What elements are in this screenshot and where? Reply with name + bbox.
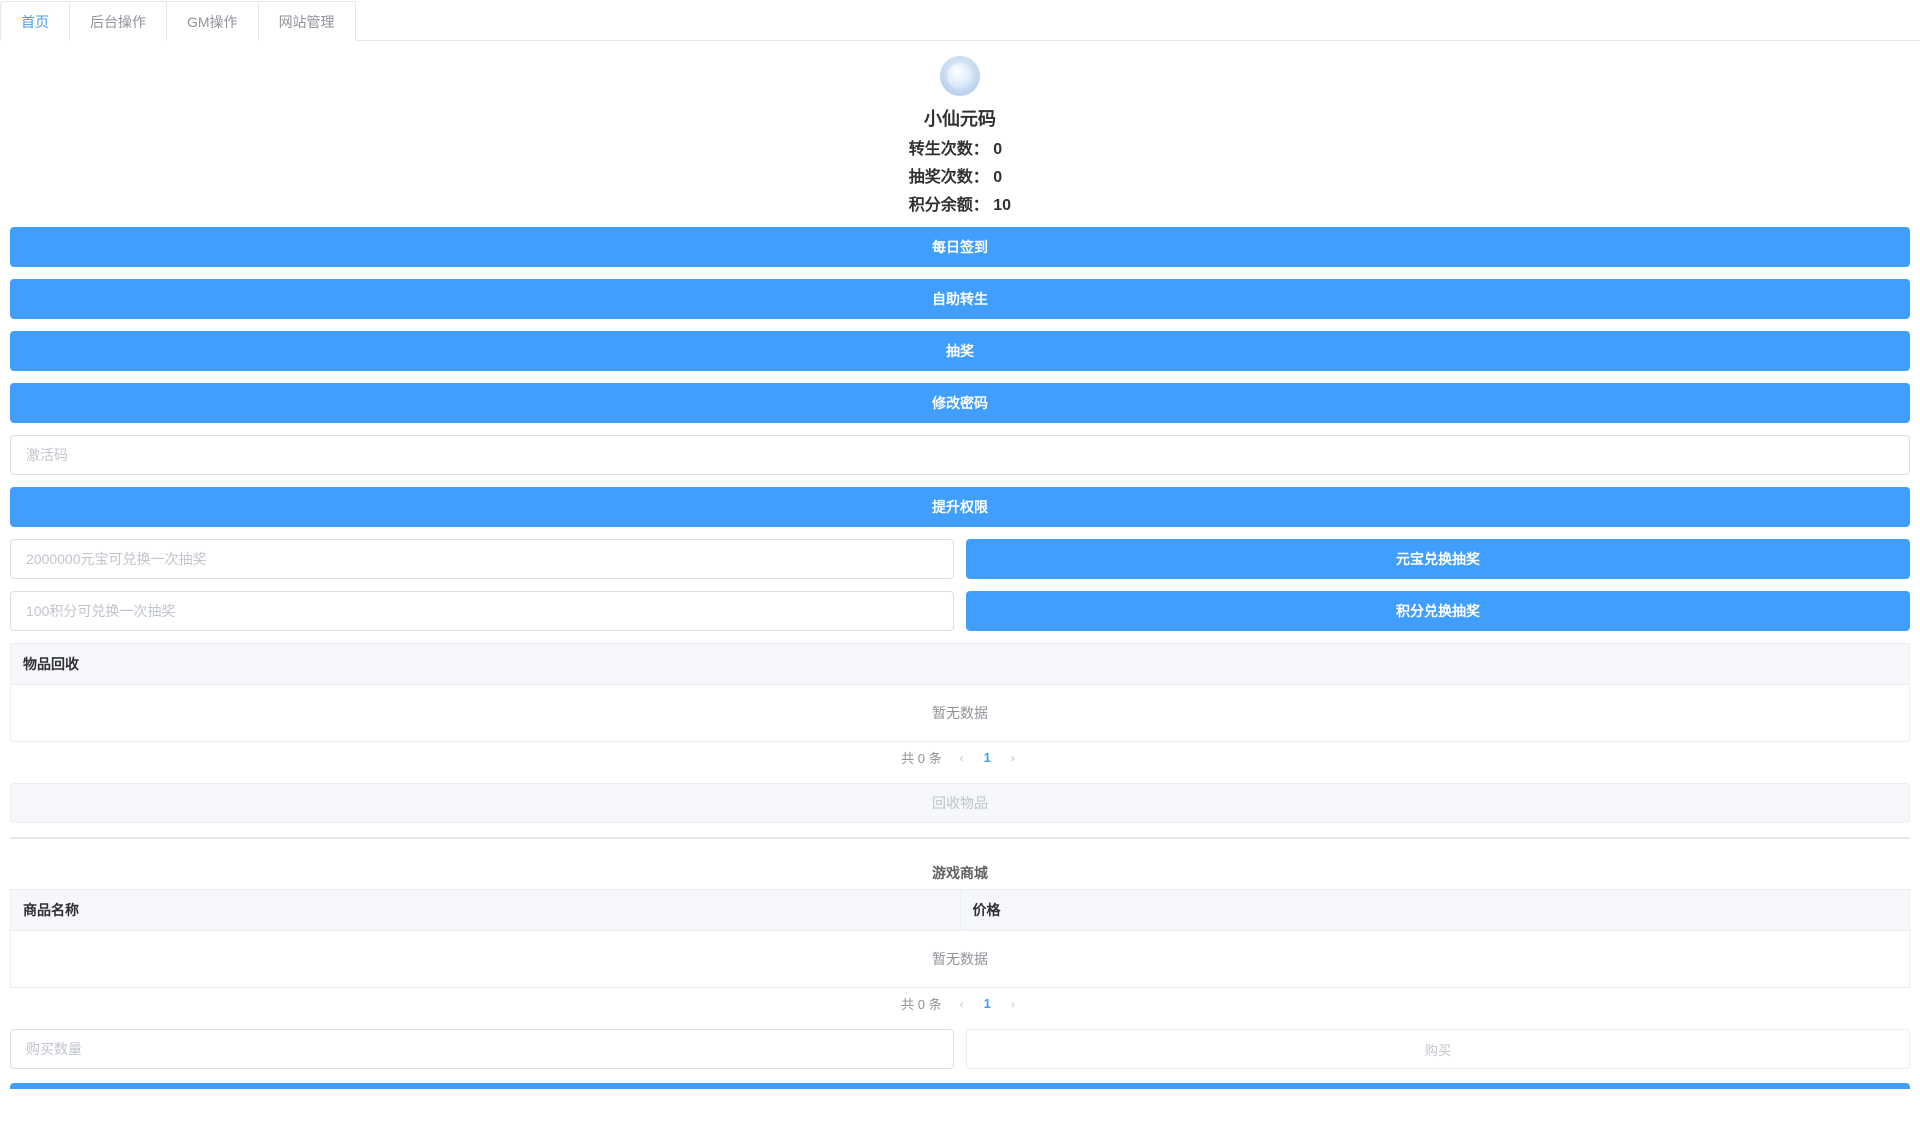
- buy-button: 购买: [966, 1029, 1910, 1069]
- stat-lottery-label: 抽奖次数：: [909, 169, 989, 186]
- daily-checkin-button[interactable]: 每日签到: [10, 227, 1910, 267]
- stat-points: 积分余额： 10: [10, 191, 1910, 215]
- shop-pagination-total-prefix: 共: [901, 997, 914, 1012]
- pagination-total-count: 0: [918, 751, 925, 766]
- lottery-button[interactable]: 抽奖: [10, 331, 1910, 371]
- tab-backend-ops[interactable]: 后台操作: [69, 1, 167, 41]
- stat-rebirth: 转生次数： 0: [10, 135, 1910, 159]
- stat-lottery: 抽奖次数： 0: [10, 163, 1910, 187]
- shop-pagination-total: 共 0 条: [901, 994, 942, 1013]
- tab-gm-ops[interactable]: GM操作: [166, 1, 259, 41]
- pagination-prev-icon[interactable]: ‹: [956, 751, 968, 765]
- stat-rebirth-value: 0: [993, 141, 1011, 159]
- self-rebirth-button[interactable]: 自助转生: [10, 279, 1910, 319]
- shop-col-name: 商品名称: [11, 890, 961, 930]
- item-recycle-empty: 暂无数据: [11, 685, 1909, 741]
- profile-block: 小仙元码 转生次数： 0 抽奖次数： 0 积分余额： 10: [10, 56, 1910, 215]
- stat-lottery-value: 0: [993, 169, 1011, 187]
- shop-pagination-total-count: 0: [918, 997, 925, 1012]
- recycle-item-button: 回收物品: [10, 783, 1910, 823]
- change-password-button[interactable]: 修改密码: [10, 383, 1910, 423]
- tab-site-admin[interactable]: 网站管理: [258, 1, 356, 41]
- shop-pagination: 共 0 条 ‹ 1 ›: [10, 988, 1910, 1017]
- shop-col-price: 价格: [961, 890, 1910, 930]
- pagination-total-prefix: 共: [901, 751, 914, 766]
- upgrade-privilege-button[interactable]: 提升权限: [10, 487, 1910, 527]
- pagination-page-1[interactable]: 1: [978, 750, 997, 765]
- stat-points-label: 积分余额：: [909, 197, 989, 214]
- item-recycle-panel: 物品回收 暂无数据: [10, 643, 1910, 742]
- tabs: 首页 后台操作 GM操作 网站管理: [0, 0, 1920, 41]
- yuanbao-exchange-button[interactable]: 元宝兑换抽奖: [966, 539, 1910, 579]
- item-recycle-header: 物品回收: [11, 644, 1909, 685]
- pagination-total-suffix: 条: [929, 751, 942, 766]
- points-exchange-input[interactable]: [10, 591, 954, 631]
- item-recycle-pagination: 共 0 条 ‹ 1 ›: [10, 742, 1910, 771]
- stat-rebirth-label: 转生次数：: [909, 141, 989, 158]
- tab-home[interactable]: 首页: [0, 1, 70, 41]
- avatar: [940, 56, 980, 96]
- shop-pagination-prev-icon[interactable]: ‹: [956, 997, 968, 1011]
- shop-title: 游戏商城: [10, 853, 1910, 889]
- shop-empty: 暂无数据: [10, 931, 1910, 988]
- points-exchange-button[interactable]: 积分兑换抽奖: [966, 591, 1910, 631]
- username: 小仙元码: [10, 105, 1910, 131]
- shop-table-head: 商品名称 价格: [10, 889, 1910, 931]
- stat-points-value: 10: [993, 197, 1011, 215]
- next-section-button-peek[interactable]: [10, 1083, 1910, 1089]
- pagination-total: 共 0 条: [901, 748, 942, 767]
- activation-code-input[interactable]: [10, 435, 1910, 475]
- buy-qty-input[interactable]: [10, 1029, 954, 1069]
- shop-pagination-total-suffix: 条: [929, 997, 942, 1012]
- separator: [10, 837, 1910, 839]
- shop-pagination-page-1[interactable]: 1: [978, 996, 997, 1011]
- shop-pagination-next-icon[interactable]: ›: [1007, 997, 1019, 1011]
- yuanbao-exchange-input[interactable]: [10, 539, 954, 579]
- pagination-next-icon[interactable]: ›: [1007, 751, 1019, 765]
